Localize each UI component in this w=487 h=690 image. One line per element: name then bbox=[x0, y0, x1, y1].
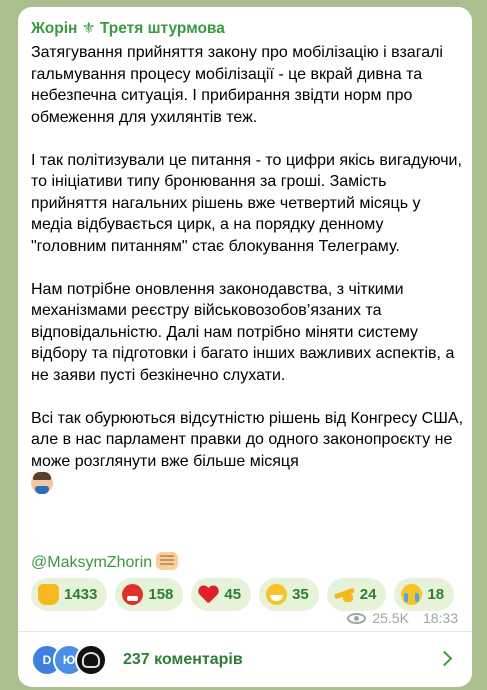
reaction-grin[interactable]: 35 bbox=[259, 578, 319, 611]
reaction-angry[interactable]: 158 bbox=[115, 578, 184, 611]
message-bubble: Жорін ⚜ Третя штурмова Затягування прийн… bbox=[18, 7, 472, 687]
reaction-count: 1433 bbox=[64, 586, 98, 603]
post-text: Затягування прийняття закону про мобіліз… bbox=[31, 42, 463, 496]
author-signature: @MaksymZhorin bbox=[31, 552, 179, 572]
eye-icon bbox=[347, 612, 367, 624]
reaction-thumbs-up[interactable]: 1433 bbox=[31, 578, 108, 611]
post-paragraph-4-text: Всі так обурюються відсутністю рішень ві… bbox=[31, 409, 464, 470]
thumbs-up-icon bbox=[38, 584, 59, 605]
reaction-point[interactable]: 24 bbox=[326, 578, 387, 611]
message-meta: 25.5K 18:33 bbox=[347, 610, 458, 626]
pointing-hand-icon bbox=[334, 584, 355, 605]
post-paragraph-2: І так політизували це питання - то цифри… bbox=[31, 151, 462, 255]
man-technologist-emoji-icon bbox=[31, 472, 53, 494]
crying-face-icon bbox=[401, 584, 423, 605]
comments-label[interactable]: 237 коментарів bbox=[123, 651, 243, 669]
commenter-avatars: D Ю bbox=[31, 643, 123, 676]
reaction-count: 24 bbox=[359, 586, 377, 603]
reaction-heart[interactable]: 45 bbox=[191, 578, 252, 611]
chevron-right-icon[interactable] bbox=[436, 650, 453, 667]
message-time: 18:33 bbox=[422, 610, 458, 626]
post-paragraph-4: Всі так обурюються відсутністю рішень ві… bbox=[31, 408, 463, 496]
reaction-count: 18 bbox=[427, 586, 445, 603]
comments-bar[interactable]: D Ю 237 коментарів bbox=[18, 632, 472, 687]
reaction-count: 158 bbox=[148, 586, 174, 603]
view-count: 25.5K bbox=[372, 610, 409, 626]
post-paragraph-3: Нам потрібне оновлення законодавства, з … bbox=[31, 280, 455, 384]
author-link[interactable]: @MaksymZhorin bbox=[31, 554, 152, 571]
grinning-face-icon bbox=[266, 584, 288, 605]
heart-icon bbox=[198, 584, 219, 605]
reaction-cry[interactable]: 18 bbox=[394, 578, 455, 611]
channel-title[interactable]: Жорін ⚜ Третя штурмова bbox=[31, 19, 225, 38]
avatar bbox=[75, 643, 107, 676]
reactions-row: 1433 158 45 35 24 18 bbox=[31, 578, 455, 611]
reaction-count: 45 bbox=[224, 586, 242, 603]
angry-face-icon bbox=[122, 584, 144, 605]
fist-bump-emoji-icon bbox=[156, 552, 179, 570]
reaction-count: 35 bbox=[292, 586, 309, 603]
post-paragraph-1: Затягування прийняття закону про мобіліз… bbox=[31, 44, 443, 126]
